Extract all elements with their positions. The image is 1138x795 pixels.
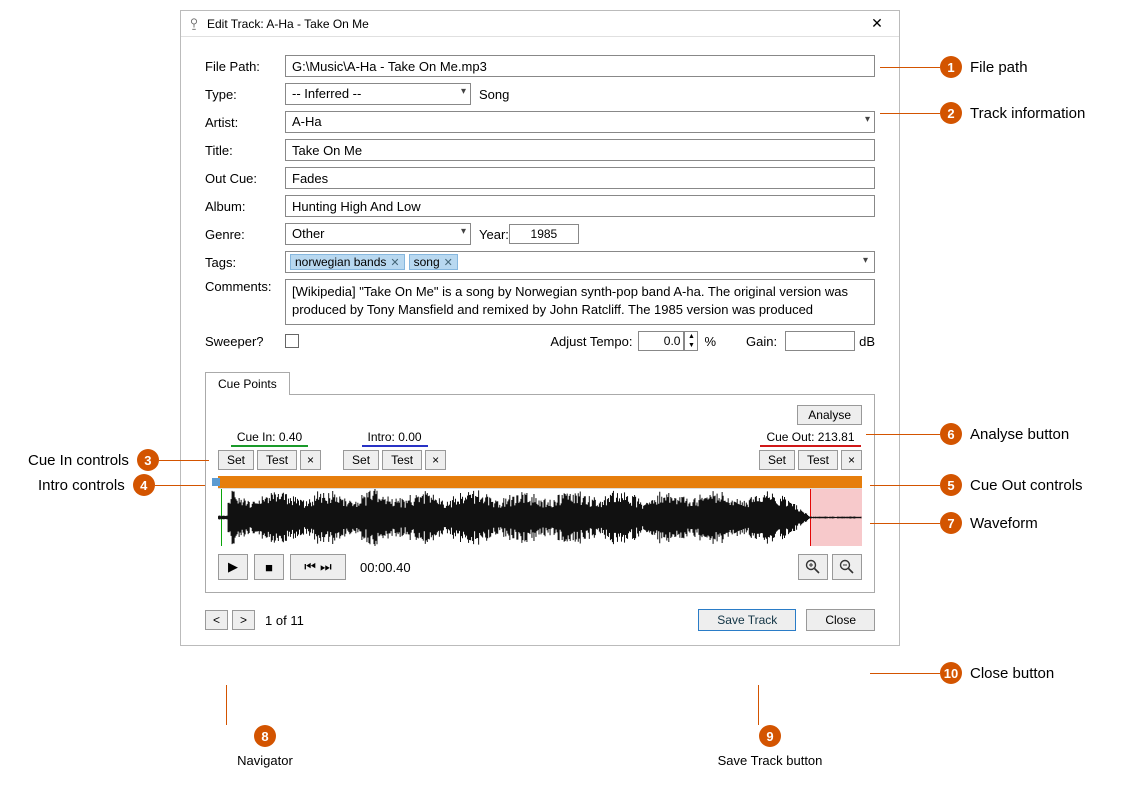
cue-in-set-button[interactable]: Set [218, 450, 254, 470]
zoom-out-button[interactable] [832, 554, 862, 580]
intro-clear-button[interactable]: × [425, 450, 446, 470]
artist-label: Artist: [205, 115, 285, 130]
cue-out-group: Cue Out: 213.81 Set Test × [759, 429, 862, 470]
tag-remove-icon[interactable]: ✕ [444, 256, 453, 269]
callout-2: 2Track information [880, 102, 1093, 124]
zoom-in-button[interactable] [798, 554, 828, 580]
title-field[interactable] [285, 139, 875, 161]
tag-item[interactable]: norwegian bands✕ [290, 254, 405, 270]
year-label: Year: [479, 227, 509, 242]
gain-unit: dB [859, 334, 875, 349]
skip-back-button[interactable]: ⏮ [304, 559, 316, 575]
comments-label: Comments: [205, 279, 285, 294]
stop-button[interactable]: ■ [254, 554, 284, 580]
type-label: Type: [205, 87, 285, 102]
cue-tabs: Cue Points Analyse Cue In: 0.40 Set Test… [205, 371, 875, 593]
nav-position: 1 of 11 [265, 613, 304, 628]
year-field[interactable] [509, 224, 579, 244]
close-button[interactable]: Close [806, 609, 875, 631]
cue-in-group: Cue In: 0.40 Set Test × [218, 429, 321, 470]
callout-4: 4Intro controls [30, 474, 205, 496]
tags-label: Tags: [205, 255, 285, 270]
intro-set-button[interactable]: Set [343, 450, 379, 470]
tag-item[interactable]: song✕ [409, 254, 458, 270]
tag-remove-icon[interactable]: ✕ [390, 256, 399, 269]
file-path-field[interactable] [285, 55, 875, 77]
app-icon [187, 17, 201, 31]
tempo-label: Adjust Tempo: [550, 334, 632, 349]
nav-next-button[interactable]: > [232, 610, 255, 630]
playback-time: 00:00.40 [360, 560, 411, 575]
gain-label: Gain: [746, 334, 777, 349]
cue-out-set-button[interactable]: Set [759, 450, 795, 470]
cue-in-clear-button[interactable]: × [300, 450, 321, 470]
tempo-unit: % [704, 334, 716, 349]
gain-field[interactable] [785, 331, 855, 351]
dialog-body: File Path: Type: -- Inferred -- Song Art… [181, 37, 899, 645]
outcue-label: Out Cue: [205, 171, 285, 186]
titlebar: Edit Track: A-Ha - Take On Me ✕ [181, 11, 899, 37]
album-field[interactable] [285, 195, 875, 217]
album-label: Album: [205, 199, 285, 214]
transport-controls: ▶ ■ ⏮ ⏭ 00:00.40 [218, 554, 862, 580]
cue-tab-body: Analyse Cue In: 0.40 Set Test × [205, 394, 875, 593]
window-title: Edit Track: A-Ha - Take On Me [207, 17, 859, 31]
file-path-label: File Path: [205, 59, 285, 74]
intro-test-button[interactable]: Test [382, 450, 422, 470]
analyse-button[interactable]: Analyse [797, 405, 862, 425]
dialog-footer: < > 1 of 11 Save Track Close [205, 609, 875, 631]
navigator: < > 1 of 11 [205, 610, 304, 630]
title-label: Title: [205, 143, 285, 158]
tags-field[interactable]: norwegian bands✕ song✕ [285, 251, 875, 273]
callout-7: 7Waveform [870, 512, 1046, 534]
callout-1: 1File path [880, 56, 1036, 78]
type-inferred-text: Song [479, 87, 509, 102]
callout-3: 3Cue In controls [20, 449, 209, 471]
play-button[interactable]: ▶ [218, 554, 248, 580]
nav-prev-button[interactable]: < [205, 610, 228, 630]
intro-label: Intro: 0.00 [362, 430, 428, 447]
tempo-field[interactable] [638, 331, 684, 351]
callout-6: 6Analyse button [866, 423, 1077, 445]
cue-out-clear-button[interactable]: × [841, 450, 862, 470]
callout-10: 10Close button [870, 662, 1062, 684]
intro-group: Intro: 0.00 Set Test × [343, 429, 446, 470]
skip-forward-button[interactable]: ⏭ [320, 559, 332, 575]
outcue-field[interactable] [285, 167, 875, 189]
genre-select[interactable]: Other [285, 223, 471, 245]
type-select[interactable]: -- Inferred -- [285, 83, 471, 105]
callout-9: 9 Save Track button [700, 725, 840, 768]
callout-8: 8 Navigator [215, 725, 315, 768]
sweeper-checkbox[interactable] [285, 334, 299, 348]
cue-out-test-button[interactable]: Test [798, 450, 838, 470]
comments-field[interactable]: [Wikipedia] "Take On Me" is a song by No… [285, 279, 875, 325]
cue-in-test-button[interactable]: Test [257, 450, 297, 470]
window-close-button[interactable]: ✕ [859, 15, 895, 32]
save-track-button[interactable]: Save Track [698, 609, 796, 631]
waveform-range-bar[interactable] [218, 476, 862, 488]
range-handle-icon[interactable] [212, 478, 220, 486]
cue-out-label: Cue Out: 213.81 [760, 430, 860, 447]
waveform-area [218, 476, 862, 546]
genre-label: Genre: [205, 227, 285, 242]
skip-buttons: ⏮ ⏭ [290, 554, 346, 580]
artist-select[interactable]: A-Ha [285, 111, 875, 133]
waveform-display[interactable] [218, 488, 862, 546]
cue-in-label: Cue In: 0.40 [231, 430, 308, 447]
tab-cue-points[interactable]: Cue Points [205, 372, 290, 395]
callout-5: 5Cue Out controls [870, 474, 1091, 496]
tempo-stepper[interactable]: ▲▼ [684, 331, 698, 351]
sweeper-label: Sweeper? [205, 334, 285, 349]
edit-track-dialog: Edit Track: A-Ha - Take On Me ✕ File Pat… [180, 10, 900, 646]
